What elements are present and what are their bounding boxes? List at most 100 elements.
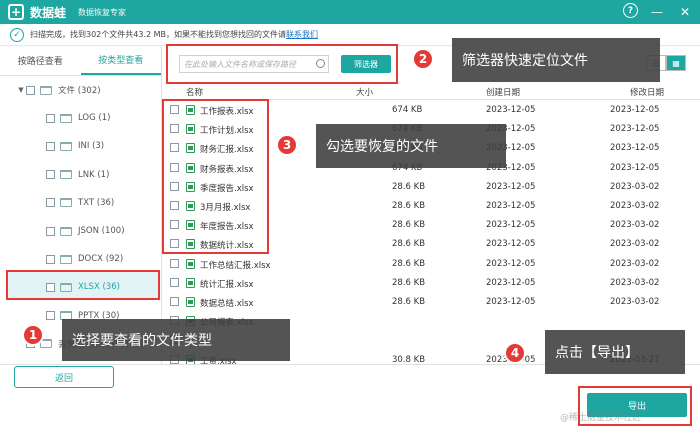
row-created: 2023-12-05 [486, 297, 536, 307]
tree-item[interactable]: ▼ 文件 (302) [16, 81, 101, 99]
window-controls: ? — ✕ [623, 3, 694, 21]
row-size: 28.6 KB [392, 220, 426, 231]
tree-item-checkbox[interactable] [46, 226, 55, 236]
header-created[interactable]: 创建日期 [486, 86, 520, 98]
row-modified: 2023-12-05 [610, 143, 660, 154]
app-subtitle: 数据恢复专家 [78, 7, 127, 17]
tree-item-label: JSON (100) [78, 226, 125, 236]
row-created: 2023-12-05 [486, 277, 536, 288]
tree-item-label: INI (3) [78, 141, 105, 152]
tab-by-type[interactable]: 按类型查看 [80, 46, 161, 75]
row-created: 2023-12-05 [486, 258, 536, 269]
tree-item[interactable]: LOG (1) [46, 109, 110, 127]
tree-item-label: LOG (1) [78, 113, 111, 124]
table-row[interactable]: 统计汇报.xlsx 28.6 KB 2023-12-05 2023-03-02 [164, 274, 700, 293]
row-modified: 2023-03-02 [610, 258, 660, 269]
app-logo-icon: + [8, 4, 24, 20]
tree-item-checkbox[interactable] [26, 85, 35, 95]
row-modified: 2023-12-05 [610, 162, 660, 173]
row-size: 28.6 KB [392, 181, 426, 192]
tree-item[interactable]: INI (3) [46, 137, 104, 155]
table-row[interactable]: 工作总结汇报.xlsx 28.6 KB 2023-12-05 2023-03-02 [164, 255, 700, 274]
file-selection-highlight [162, 99, 269, 254]
callout-4-number: 4 [504, 342, 526, 364]
callout-1-text: 选择要查看的文件类型 [72, 333, 212, 349]
view-tabs: 按路径查看 按类型查看 [0, 46, 161, 76]
callout-2: 筛选器快速定位文件 [452, 38, 660, 82]
callout-3-number: 3 [276, 134, 298, 156]
header-modified[interactable]: 修改日期 [630, 86, 664, 98]
callout-1: 选择要查看的文件类型 [62, 319, 290, 361]
callout-2-text: 筛选器快速定位文件 [462, 53, 588, 69]
grid-view-icon[interactable]: ▦ [666, 55, 686, 71]
tree-item-label: LNK (1) [78, 169, 110, 180]
folder-icon [40, 85, 52, 95]
row-created: 2023-12-05 [486, 181, 536, 192]
callout-2-number: 2 [412, 48, 434, 70]
row-checkbox[interactable] [170, 258, 179, 268]
folder-icon [60, 113, 72, 123]
row-modified: 2023-03-02 [610, 181, 660, 192]
tree-item-checkbox[interactable] [46, 141, 55, 151]
tree-item-label: TXT (36) [78, 197, 115, 208]
row-created: 2023-12-05 [486, 220, 536, 231]
table-header: 名称 大小 创建日期 修改日期 [164, 84, 700, 100]
tree-item-checkbox[interactable] [46, 311, 55, 321]
row-modified: 2023-03-02 [610, 220, 660, 231]
row-name: 数据总结.xlsx [200, 299, 254, 309]
title-bar: + 数据蛙 数据恢复专家 ? — ✕ [0, 0, 700, 24]
tree-item[interactable]: LNK (1) [46, 166, 109, 184]
row-size: 28.6 KB [392, 258, 426, 269]
app-name: 数据蛙 [30, 5, 67, 20]
callout-3: 勾选要恢复的文件 [316, 124, 506, 168]
status-text: 扫描完成，找到302个文件共43.2 MB，如果不能找到您想找回的文件请 [30, 30, 287, 39]
row-checkbox[interactable] [170, 297, 179, 306]
table-row[interactable]: 数据总结.xlsx 28.6 KB 2023-12-05 2023-03-02 [164, 293, 700, 312]
header-size[interactable]: 大小 [356, 86, 373, 98]
tree-item-label: XLSX (36) [78, 282, 120, 293]
row-modified: 2023-12-05 [610, 124, 660, 135]
tab-by-path[interactable]: 按路径查看 [0, 46, 81, 75]
row-created: 2023-12-05 [486, 239, 536, 250]
watermark: @稀土掘金技术社区 [560, 413, 642, 423]
minimize-icon[interactable]: — [648, 3, 666, 21]
tree-item[interactable]: JSON (100) [46, 222, 125, 240]
tree-item-checkbox[interactable] [46, 198, 55, 208]
back-button[interactable]: 返回 [14, 366, 114, 388]
help-icon[interactable]: ? [623, 3, 638, 18]
callout-1-number: 1 [22, 324, 44, 346]
row-name: 工作总结汇报.xlsx [200, 260, 271, 271]
search-placeholder: 在此处输入文件名称或保存路径 [184, 59, 296, 69]
row-checkbox[interactable] [170, 277, 179, 287]
check-circle-icon: ✓ [10, 27, 24, 42]
header-name[interactable]: 名称 [186, 86, 203, 98]
excel-file-icon [186, 277, 195, 288]
tree-item[interactable]: DOCX (92) [46, 250, 123, 268]
row-modified: 2023-03-02 [610, 201, 660, 211]
folder-icon [60, 226, 72, 236]
expand-caret-icon[interactable]: ▼ [16, 86, 26, 94]
folder-icon [60, 170, 72, 180]
folder-icon [60, 198, 72, 208]
tree-item[interactable]: TXT (36) [46, 194, 114, 212]
row-created: 2023-12-05 [486, 201, 536, 211]
row-size: 28.6 KB [392, 277, 426, 288]
tree-item-checkbox[interactable] [46, 170, 55, 180]
row-modified: 2023-03-02 [610, 297, 660, 307]
callout-4: 点击【导出】 [545, 330, 685, 374]
tree-item-checkbox[interactable] [46, 113, 55, 123]
row-size: 674 KB [392, 105, 423, 115]
excel-file-icon [186, 258, 195, 269]
close-icon[interactable]: ✕ [676, 3, 694, 21]
tree-item-checkbox[interactable] [46, 254, 55, 264]
tree-item[interactable]: XLSX (36) [46, 278, 120, 296]
row-created: 2023-12-05 [486, 105, 536, 115]
tree-item-checkbox[interactable] [46, 282, 55, 292]
tree-item-label: DOCX (92) [78, 254, 124, 265]
search-icon[interactable] [316, 59, 325, 68]
contact-us-link[interactable]: 联系我们 [286, 29, 318, 40]
filter-button[interactable]: 筛选器 [341, 55, 391, 73]
callout-4-text: 点击【导出】 [555, 345, 639, 361]
folder-icon [60, 141, 72, 151]
search-input[interactable]: 在此处输入文件名称或保存路径 [179, 55, 329, 73]
